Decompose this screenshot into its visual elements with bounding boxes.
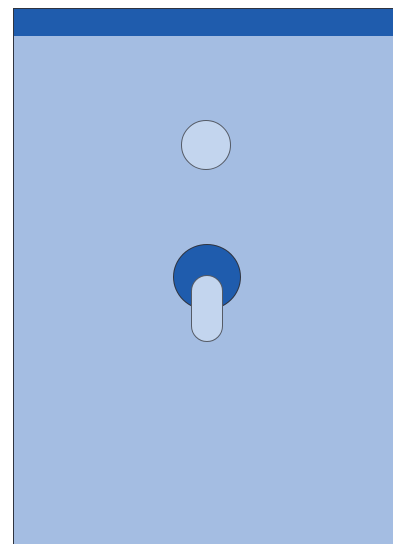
indicator-light <box>181 120 231 170</box>
device-panel <box>13 8 393 544</box>
top-bar <box>14 9 393 36</box>
diagram-canvas <box>0 0 393 544</box>
toggle-switch-lever[interactable] <box>191 275 223 342</box>
